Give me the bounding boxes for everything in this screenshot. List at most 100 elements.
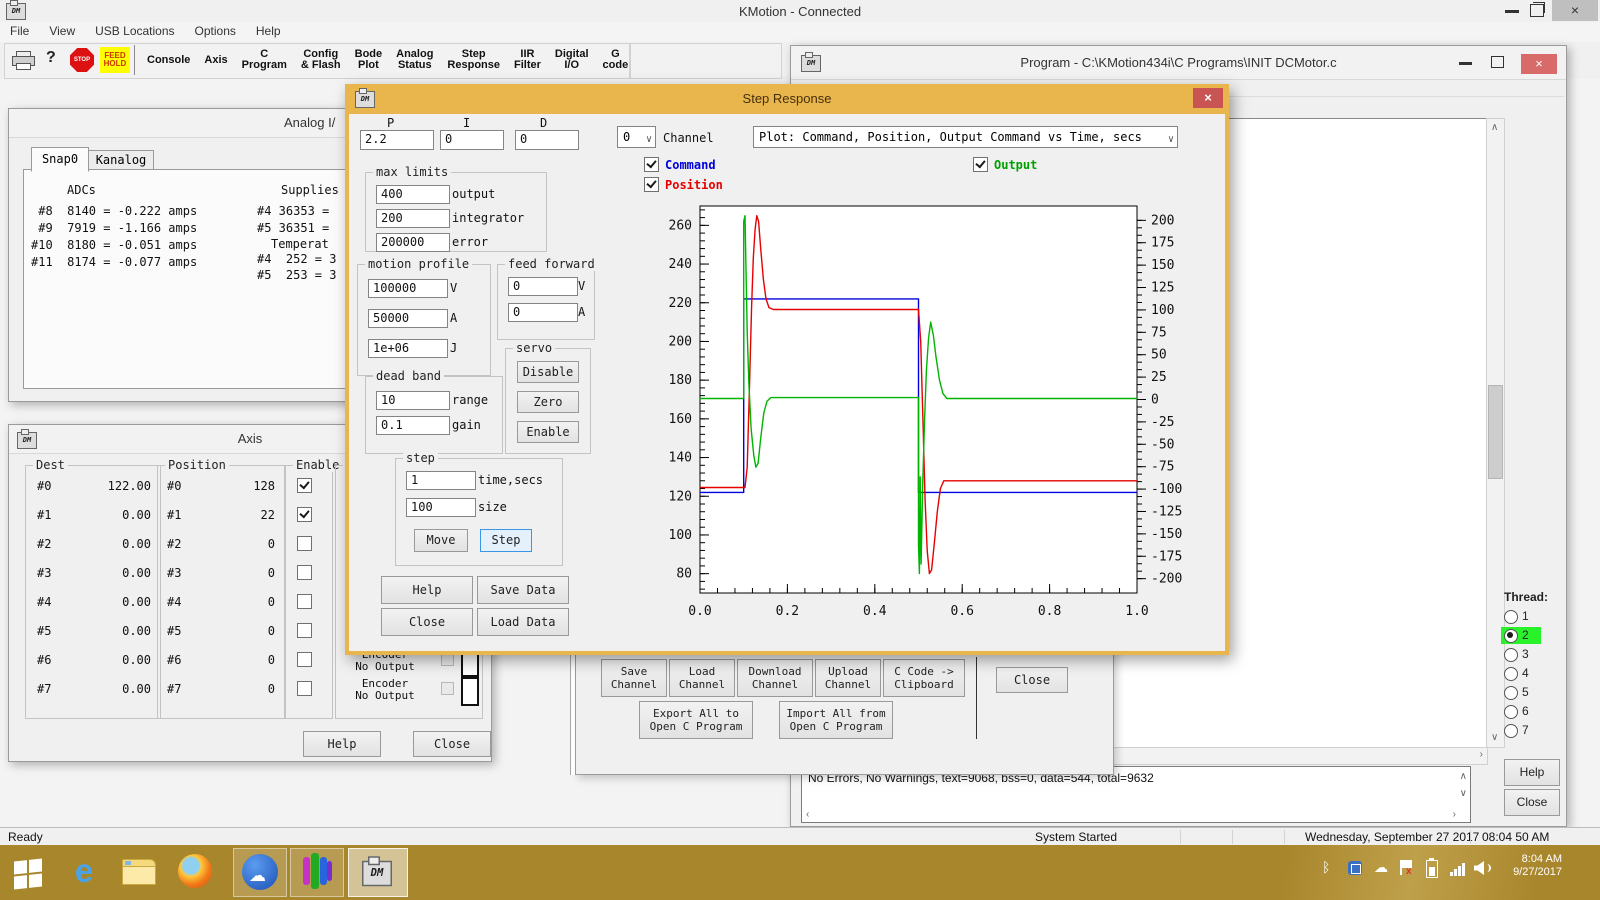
start-button[interactable] [14, 859, 42, 890]
toolbar-button-iir-filter[interactable]: IIRFilter [507, 44, 548, 76]
servo-enable-button[interactable]: Enable [517, 421, 579, 443]
servo-disable-button[interactable]: Disable [517, 361, 579, 383]
scroll-right-icon[interactable]: › [1480, 750, 1483, 760]
panel-close-button[interactable]: Close [996, 667, 1068, 693]
tab-snap0[interactable]: Snap0 [31, 147, 89, 172]
axis-enable-checkbox[interactable] [297, 478, 312, 493]
axis-enable-checkbox[interactable] [297, 681, 312, 696]
toolbar-button-axis[interactable]: Axis [197, 44, 234, 76]
value-field[interactable]: 10 [376, 391, 450, 410]
value-field[interactable]: 200 [376, 209, 450, 228]
program-help-button[interactable]: Help [1504, 759, 1560, 786]
step-dialog-close-button[interactable]: × [1193, 88, 1223, 108]
value-field[interactable]: 100000 [368, 279, 448, 298]
panel-button-export-all-to[interactable]: Export All toOpen C Program [639, 701, 753, 739]
plot-mode-combo[interactable]: Plot: Command, Position, Output Command … [753, 126, 1178, 148]
usb-icon[interactable] [1348, 861, 1362, 875]
panel-button-load[interactable]: LoadChannel [669, 659, 735, 697]
value-field[interactable]: 1e+06 [368, 339, 448, 358]
output-checkbox[interactable]: Output [973, 157, 1037, 172]
thread-radio-2[interactable] [1504, 629, 1518, 643]
dialog-help-button[interactable]: Help [381, 576, 473, 604]
axis-help-button[interactable]: Help [303, 731, 381, 757]
value-field[interactable]: 0 [508, 303, 578, 322]
file-explorer-icon[interactable] [122, 859, 156, 885]
axis-enable-checkbox[interactable] [297, 623, 312, 638]
step-button[interactable]: Step [480, 529, 532, 552]
axis-enable-checkbox[interactable] [297, 507, 312, 522]
menu-help[interactable]: Help [246, 22, 291, 40]
firefox-icon[interactable] [178, 854, 212, 888]
thread-radio-6[interactable] [1504, 705, 1518, 719]
thread-radio-4[interactable] [1504, 667, 1518, 681]
dialog-close-button[interactable]: Close [381, 608, 473, 636]
channel-combo[interactable]: 0∨ [617, 126, 656, 148]
menu-file[interactable]: File [0, 22, 39, 40]
axis-monitor-checkbox[interactable] [441, 682, 454, 695]
toolbar-button-analog-status[interactable]: AnalogStatus [389, 44, 440, 76]
load-data-button[interactable]: Load Data [477, 608, 569, 636]
command-checkbox[interactable]: Command [644, 157, 716, 172]
menu-options[interactable]: Options [185, 22, 246, 40]
value-field[interactable]: 0 [508, 277, 578, 296]
volume-icon[interactable] [1474, 861, 1490, 875]
scroll-down-icon[interactable]: ∨ [1491, 733, 1498, 743]
program-maximize-button[interactable] [1491, 56, 1504, 68]
cloud-app-button[interactable]: ☁ [233, 848, 287, 897]
axis-enable-checkbox[interactable] [297, 594, 312, 609]
move-button[interactable]: Move [414, 529, 468, 552]
print-icon[interactable] [12, 51, 34, 69]
output-scroll-left-icon[interactable]: ‹ [806, 810, 809, 820]
axis-enable-checkbox[interactable] [297, 536, 312, 551]
panel-button-c-code-[interactable]: C Code ->Clipboard [883, 659, 965, 697]
toolbar-button-g-code[interactable]: Gcode [596, 44, 636, 76]
prism-app-button[interactable] [290, 848, 344, 897]
kmotion-taskbar-button[interactable]: DM [348, 848, 408, 897]
axis-close-button[interactable]: Close [413, 731, 491, 757]
toolbar-button-console[interactable]: Console [140, 44, 197, 76]
panel-button-download[interactable]: DownloadChannel [737, 659, 813, 697]
help-icon[interactable]: ? [46, 49, 56, 67]
toolbar-button-digital-i-o[interactable]: DigitalI/O [548, 44, 596, 76]
editor-vscroll-thumb[interactable] [1488, 385, 1503, 479]
thread-radio-7[interactable] [1504, 724, 1518, 738]
panel-button-import-all-from[interactable]: Import All fromOpen C Program [779, 701, 893, 739]
bluetooth-icon[interactable]: ᛒ [1322, 859, 1330, 875]
thread-radio-5[interactable] [1504, 686, 1518, 700]
program-close-button-2[interactable]: Close [1504, 789, 1560, 816]
i-field[interactable]: 0 [440, 130, 504, 150]
menu-usb-locations[interactable]: USB Locations [85, 22, 184, 40]
value-field[interactable]: 1 [406, 471, 476, 490]
panel-button-upload[interactable]: UploadChannel [815, 659, 881, 697]
taskbar-clock[interactable]: 8:04 AM 9/27/2017 [1513, 853, 1562, 879]
toolbar-button-bode-plot[interactable]: BodePlot [348, 44, 390, 76]
servo-zero-button[interactable]: Zero [517, 391, 579, 413]
close-button[interactable]: × [1552, 0, 1598, 21]
output-scroll-right-icon[interactable]: › [1453, 810, 1456, 820]
feed-hold-icon[interactable]: FEED HOLD [100, 47, 130, 73]
editor-vscrollbar[interactable]: ∧ ∨ [1486, 118, 1505, 748]
internet-explorer-icon[interactable]: e [66, 853, 102, 889]
value-field[interactable]: 50000 [368, 309, 448, 328]
output-scroll-down-icon[interactable]: ∨ [1460, 789, 1467, 799]
toolbar-button-config-flash[interactable]: Config& Flash [294, 44, 348, 76]
program-minimize-button[interactable] [1459, 62, 1472, 65]
value-field[interactable]: 100 [406, 498, 476, 517]
signal-icon[interactable] [1450, 862, 1468, 876]
menu-view[interactable]: View [39, 22, 85, 40]
d-field[interactable]: 0 [515, 130, 579, 150]
toolbar-button-c-program[interactable]: CProgram [235, 44, 294, 76]
panel-button-save[interactable]: SaveChannel [601, 659, 667, 697]
save-data-button[interactable]: Save Data [477, 576, 569, 604]
value-field[interactable]: 0.1 [376, 416, 450, 435]
onedrive-cloud-icon[interactable]: ☁ [1374, 859, 1388, 876]
thread-radio-1[interactable] [1504, 610, 1518, 624]
minimize-button[interactable] [1505, 10, 1519, 13]
program-close-button[interactable]: × [1521, 54, 1557, 74]
axis-enable-checkbox[interactable] [297, 565, 312, 580]
scroll-up-icon[interactable]: ∧ [1491, 123, 1498, 133]
toolbar-button-step-response[interactable]: StepResponse [440, 44, 507, 76]
output-scroll-up-icon[interactable]: ∧ [1460, 772, 1467, 782]
value-field[interactable]: 200000 [376, 233, 450, 252]
thread-radio-3[interactable] [1504, 648, 1518, 662]
